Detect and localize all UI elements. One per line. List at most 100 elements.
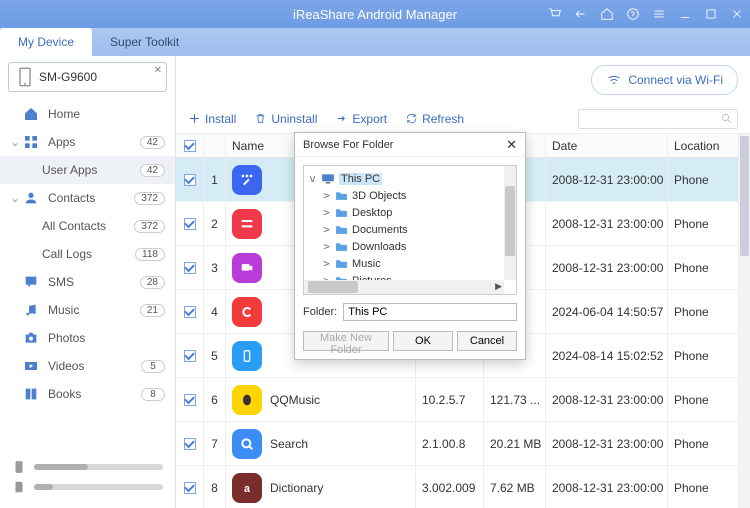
apps-icon: [22, 133, 40, 151]
tree-vertical-scrollbar[interactable]: [504, 166, 516, 280]
tab-super-toolkit[interactable]: Super Toolkit: [92, 28, 197, 56]
dialog-titlebar: Browse For Folder ✕: [295, 133, 525, 157]
tab-my-device[interactable]: My Device: [0, 28, 92, 56]
sidebar-item-home[interactable]: Home: [0, 100, 175, 128]
label: Photos: [48, 331, 85, 345]
table-row[interactable]: 8aDictionary3.002.0097.62 MB2008-12-31 2…: [176, 466, 750, 508]
sd-storage-bar: [34, 484, 163, 490]
folder-label: Folder:: [303, 306, 337, 318]
row-index: 3: [204, 246, 226, 289]
maximize-icon[interactable]: [698, 0, 724, 28]
folder-input[interactable]: [343, 303, 517, 321]
sidebar-item-music[interactable]: Music21: [0, 296, 175, 324]
sidebar-item-apps[interactable]: ⌄Apps42: [0, 128, 175, 156]
folder-icon: [335, 190, 348, 201]
menu-icon[interactable]: [646, 0, 672, 28]
folder-tree: vThis PC>3D Objects>Desktop>Documents>Do…: [303, 165, 517, 295]
uninstall-button[interactable]: Uninstall: [254, 112, 317, 126]
label: User Apps: [42, 163, 97, 177]
tree-node[interactable]: >Documents: [308, 221, 512, 238]
install-button[interactable]: Install: [188, 112, 236, 126]
window-title: iReaShare Android Manager: [293, 7, 457, 22]
app-date: 2008-12-31 23:00:00: [546, 246, 668, 289]
select-all-checkbox[interactable]: [184, 140, 196, 152]
label: Books: [48, 387, 81, 401]
sidebar-item-user-apps[interactable]: User Apps42: [0, 156, 175, 184]
search-input[interactable]: [578, 109, 738, 129]
tree-horizontal-scrollbar[interactable]: ▶: [304, 280, 504, 294]
sidebar-item-books[interactable]: Books8: [0, 380, 175, 408]
app-size: 121.73 ...: [484, 378, 546, 421]
chevron-down-icon: ⌄: [10, 191, 20, 205]
tree-node[interactable]: >3D Objects: [308, 187, 512, 204]
refresh-icon: [405, 112, 418, 125]
row-checkbox[interactable]: [184, 262, 196, 274]
label: Contacts: [48, 191, 95, 205]
refresh-button[interactable]: Refresh: [405, 112, 464, 126]
export-button[interactable]: Export: [335, 112, 387, 126]
label: Videos: [48, 359, 84, 373]
folder-icon: [335, 207, 348, 218]
tree-node[interactable]: >Desktop: [308, 204, 512, 221]
minimize-icon[interactable]: [672, 0, 698, 28]
row-checkbox[interactable]: [184, 218, 196, 230]
search-icon: [720, 112, 733, 125]
row-checkbox[interactable]: [184, 350, 196, 362]
table-row[interactable]: 7Search2.1.00.820.21 MB2008-12-31 23:00:…: [176, 422, 750, 466]
row-index: 4: [204, 290, 226, 333]
home-icon[interactable]: [594, 0, 620, 28]
badge: 372: [134, 220, 165, 233]
window-titlebar: iReaShare Android Manager: [0, 0, 750, 28]
device-chip[interactable]: SM-G9600 ✕: [8, 62, 167, 92]
nav-list: Home⌄Apps42User Apps42⌄Contacts372All Co…: [0, 100, 175, 408]
internal-storage-icon: [12, 460, 26, 474]
sidebar-item-sms[interactable]: SMS28: [0, 268, 175, 296]
label: Home: [48, 107, 80, 121]
tree-node-root[interactable]: vThis PC: [308, 170, 512, 187]
sidebar-item-contacts[interactable]: ⌄Contacts372: [0, 184, 175, 212]
tree-node[interactable]: >Downloads: [308, 238, 512, 255]
make-new-folder-button[interactable]: Make New Folder: [303, 331, 389, 351]
row-checkbox[interactable]: [184, 438, 196, 450]
label: Call Logs: [42, 247, 92, 261]
row-checkbox[interactable]: [184, 394, 196, 406]
row-checkbox[interactable]: [184, 306, 196, 318]
app-icon: [232, 297, 262, 327]
connect-wifi-button[interactable]: Connect via Wi-Fi: [591, 65, 738, 95]
ok-button[interactable]: OK: [393, 331, 453, 351]
close-icon[interactable]: [724, 0, 750, 28]
app-date: 2024-08-14 15:02:52: [546, 334, 668, 377]
app-size: 20.21 MB: [484, 422, 546, 465]
col-date[interactable]: Date: [546, 134, 668, 157]
device-close-icon[interactable]: ✕: [154, 65, 162, 76]
contacts-icon: [22, 189, 40, 207]
cancel-button[interactable]: Cancel: [457, 331, 517, 351]
sidebar-item-call-logs[interactable]: Call Logs118: [0, 240, 175, 268]
badge: 42: [140, 136, 165, 149]
vertical-scrollbar[interactable]: [738, 134, 750, 508]
app-icon: [232, 165, 262, 195]
help-icon[interactable]: [620, 0, 646, 28]
tree-node[interactable]: >Music: [308, 255, 512, 272]
table-row[interactable]: 6QQMusic10.2.5.7121.73 ...2008-12-31 23:…: [176, 378, 750, 422]
internal-storage-bar: [34, 464, 163, 470]
row-checkbox[interactable]: [184, 174, 196, 186]
dialog-close-icon[interactable]: ✕: [506, 137, 517, 153]
sidebar-item-all-contacts[interactable]: All Contacts 372: [0, 212, 175, 240]
back-icon[interactable]: [568, 0, 594, 28]
app-icon: [232, 429, 262, 459]
row-checkbox[interactable]: [184, 482, 196, 494]
dialog-title: Browse For Folder: [303, 139, 393, 151]
home-icon: [22, 105, 40, 123]
sidebar-item-videos[interactable]: Videos5: [0, 352, 175, 380]
phone-icon: [17, 67, 33, 87]
plus-icon: [188, 112, 201, 125]
top-toolbar: Connect via Wi-Fi: [176, 56, 750, 104]
trash-icon: [254, 112, 267, 125]
label: All Contacts: [42, 219, 106, 233]
music-icon: [22, 301, 40, 319]
sidebar-item-photos[interactable]: Photos: [0, 324, 175, 352]
app-date: 2008-12-31 23:00:00: [546, 378, 668, 421]
cart-icon[interactable]: [542, 0, 568, 28]
browse-folder-dialog: Browse For Folder ✕ vThis PC>3D Objects>…: [294, 132, 526, 360]
